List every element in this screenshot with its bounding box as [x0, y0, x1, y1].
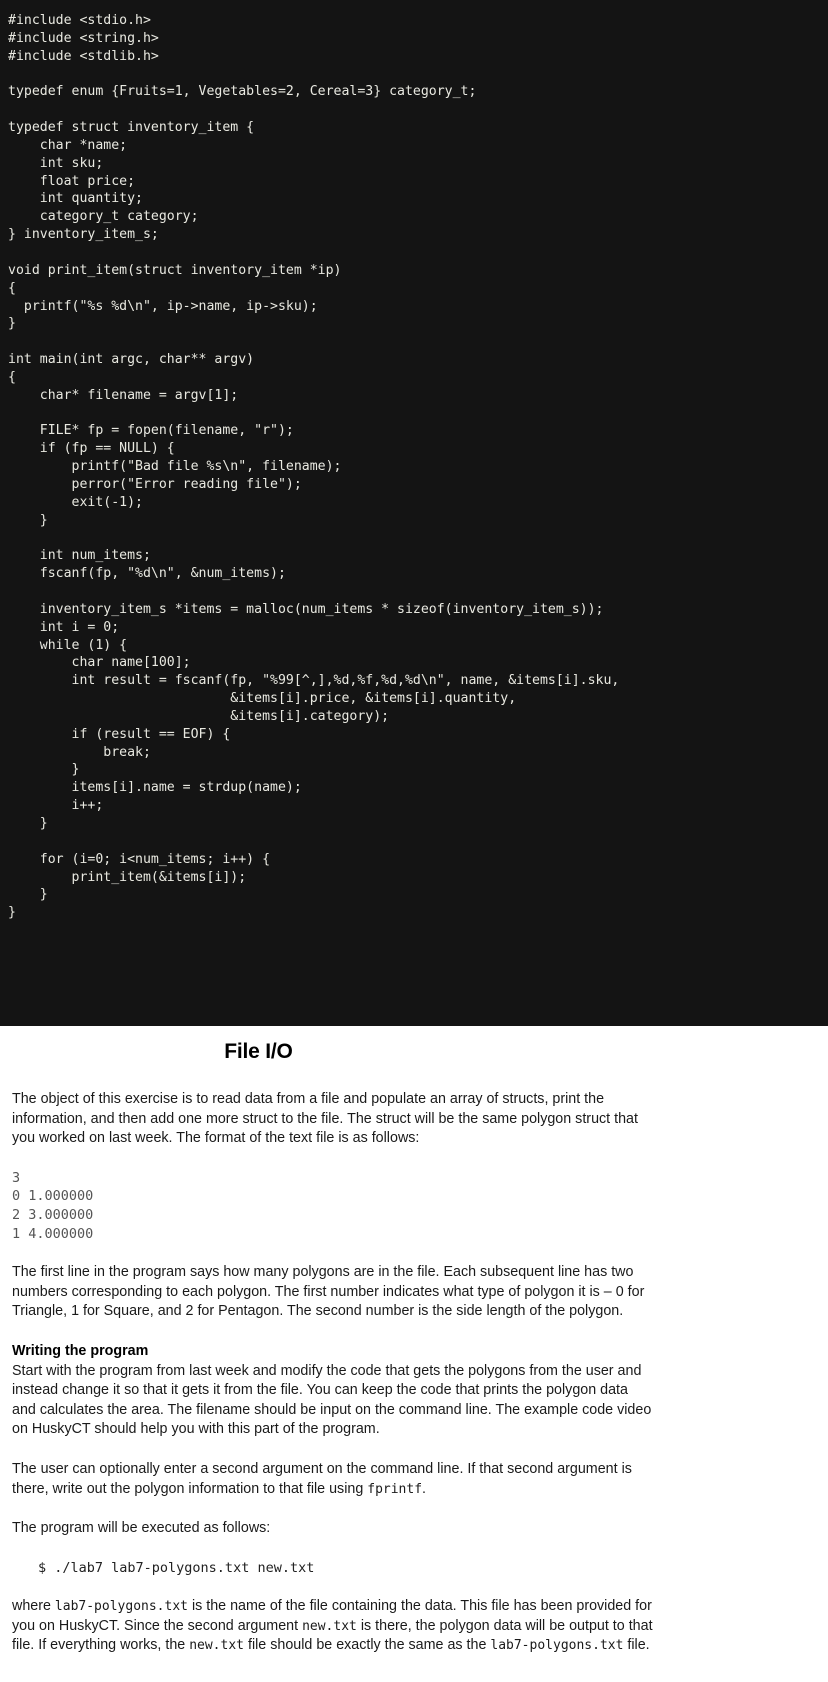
inline-code-fprintf: fprintf: [367, 1481, 423, 1497]
text-run: where: [12, 1598, 55, 1615]
text-run: .: [422, 1480, 427, 1497]
paragraph-execution-intro: The program will be executed as follows:: [12, 1520, 271, 1537]
paragraph-second-argument: The user can optionally enter a second a…: [12, 1460, 655, 1499]
text-run: The user can optionally enter a second a…: [12, 1460, 632, 1497]
command-line-example: $ ./lab7 lab7-polygons.txt new.txt: [38, 1559, 315, 1576]
file-format-sample: 3 0 1.000000 2 3.000000 1 4.000000: [12, 1169, 94, 1242]
paragraph-file-explanation: where lab7-polygons.txt is the name of t…: [12, 1597, 655, 1656]
c-source-code: #include <stdio.h> #include <string.h> #…: [8, 13, 620, 921]
paragraph-file-format: The first line in the program says how m…: [12, 1264, 645, 1320]
paragraph-writing-instructions: Start with the program from last week an…: [12, 1362, 652, 1438]
code-editor-pane[interactable]: #include <stdio.h> #include <string.h> #…: [0, 0, 828, 1026]
page-title: File I/O: [224, 1040, 293, 1063]
inline-code-new-txt-2: new.txt: [189, 1638, 244, 1654]
text-run: file.: [623, 1637, 650, 1654]
inline-code-new-txt: new.txt: [302, 1618, 357, 1634]
assignment-document-pane: File I/O The object of this exercise is …: [0, 1026, 828, 1682]
text-run: file should be exactly the same as the: [244, 1637, 491, 1654]
inline-code-lab7-polygons-txt: lab7-polygons.txt: [54, 1599, 188, 1615]
inline-code-lab7-polygons-txt-2: lab7-polygons.txt: [490, 1638, 624, 1654]
paragraph-intro: The object of this exercise is to read d…: [12, 1091, 638, 1147]
section-heading-writing-the-program: Writing the program: [12, 1342, 149, 1359]
